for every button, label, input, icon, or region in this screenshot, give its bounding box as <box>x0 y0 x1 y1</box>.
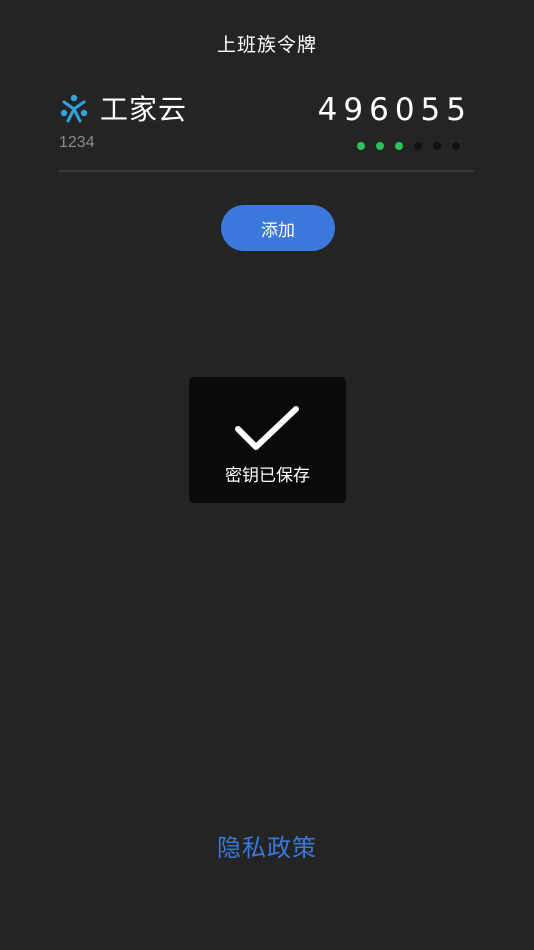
account-card[interactable]: 工家云 1234 496055 <box>59 80 474 172</box>
countdown-dot <box>395 142 403 150</box>
privacy-policy-link[interactable]: 隐私政策 <box>0 828 534 863</box>
countdown-dots <box>357 142 460 150</box>
countdown-dot <box>433 142 441 150</box>
countdown-dot <box>414 142 422 150</box>
page-title: 上班族令牌 <box>216 34 317 56</box>
checkmark-icon <box>234 403 300 453</box>
toast-message: 密钥已保存 <box>225 466 310 486</box>
otp-code: 496055 <box>317 92 472 128</box>
brand-row: 工家云 <box>59 88 187 128</box>
add-button[interactable]: 添加 <box>221 205 335 251</box>
account-id: 1234 <box>59 134 95 151</box>
countdown-dot <box>376 142 384 150</box>
brand-name: 工家云 <box>100 93 188 126</box>
saved-toast: 密钥已保存 <box>189 377 346 503</box>
countdown-dot <box>452 142 460 150</box>
people-logo-icon <box>59 93 89 123</box>
countdown-dot <box>357 142 365 150</box>
